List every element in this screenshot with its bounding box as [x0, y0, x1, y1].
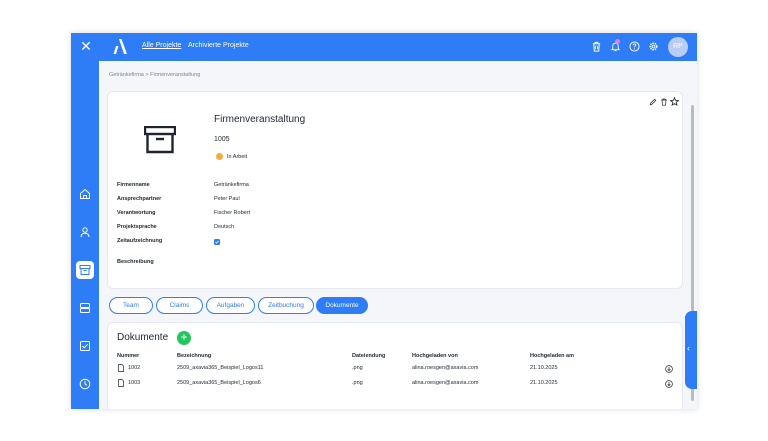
breadcrumb: Getränkefirma > Firmenveranstaltung: [109, 72, 201, 78]
edit-icon[interactable]: [649, 98, 657, 106]
column-header-hochgeladen-von: Hochgeladen von: [412, 353, 458, 359]
avatar[interactable]: RP: [668, 37, 688, 57]
trash-icon[interactable]: [591, 41, 602, 52]
sidebar-item-home[interactable]: [76, 185, 94, 203]
field-value-firmenname: Getränkefirma: [214, 182, 249, 188]
user-icon: [80, 227, 90, 238]
download-icon[interactable]: [665, 365, 673, 373]
column-header-dateiendung: Dateiendung: [352, 353, 386, 359]
help-icon[interactable]: [629, 41, 640, 52]
home-icon: [80, 188, 90, 199]
field-label-firmenname: Firmenname: [117, 182, 150, 188]
nav-archived-projects[interactable]: Archivierte Projekte: [188, 42, 249, 49]
field-label-zeitaufzeichnung: Zeitaufzeichnung: [117, 238, 163, 244]
table-cell-nummer: 1002: [128, 365, 141, 371]
status-indicator: [216, 153, 223, 160]
sidebar-item-archive[interactable]: [76, 261, 94, 279]
project-number: 1005: [214, 136, 230, 143]
close-icon[interactable]: ✕: [79, 39, 93, 53]
table-cell-hochgeladen-von: alina.roesgen@axavia.com: [412, 380, 479, 386]
field-label-ansprechpartner: Ansprechpartner: [117, 196, 162, 202]
table-cell-bezeichnung[interactable]: 2509_axavia365_Beispiel_Logos11: [177, 365, 263, 371]
sidebar-item-tasks[interactable]: [76, 337, 94, 355]
file-icon: [118, 379, 124, 387]
sidebar: [71, 61, 99, 409]
table-cell-dateiendung: .png: [352, 380, 363, 386]
project-title: Firmenveranstaltung: [214, 114, 306, 125]
documents-title: Dokumente: [117, 332, 169, 343]
column-header-hochgeladen-am: Hochgeladen am: [530, 353, 575, 359]
file-icon: [118, 364, 124, 372]
table-cell-hochgeladen-am: 21.10.2025: [530, 365, 558, 371]
table-cell-dateiendung: .png: [352, 365, 363, 371]
table-cell-nummer: 1003: [128, 380, 141, 386]
logo-icon[interactable]: [113, 39, 127, 54]
table-cell-bezeichnung[interactable]: 2509_axavia365_Beispiel_Logos6: [177, 380, 261, 386]
add-document-button[interactable]: +: [177, 331, 191, 345]
zeitaufzeichnung-checkbox[interactable]: [214, 239, 220, 245]
trash-icon[interactable]: [660, 98, 668, 106]
star-icon[interactable]: [670, 97, 679, 106]
field-value-ansprechpartner: Peter Paul: [214, 196, 240, 202]
status-badge: In Arbeit: [227, 154, 248, 160]
archive-icon: [79, 265, 91, 275]
field-value-verantwortung: Fischer Robert: [214, 210, 251, 216]
download-icon[interactable]: [665, 380, 673, 388]
sidebar-item-time[interactable]: [76, 375, 94, 393]
field-value-projektsprache: Deutsch: [214, 224, 235, 230]
checkbox-icon: [80, 341, 90, 351]
field-label-verantwortung: Verantwortung: [117, 210, 156, 216]
top-bar: ✕ Alle Projekte Archivierte Projekte RP: [71, 33, 697, 61]
tab-aufgaben[interactable]: Aufgaben: [206, 297, 255, 314]
gear-icon[interactable]: [648, 41, 659, 52]
nav-all-projects[interactable]: Alle Projekte: [142, 42, 181, 49]
column-header-nummer: Nummer: [117, 353, 140, 359]
field-label-projektsprache: Projektsprache: [117, 224, 157, 230]
clock-icon: [79, 378, 91, 390]
app-window: ✕ Alle Projekte Archivierte Projekte RP: [71, 33, 697, 409]
project-card: [107, 91, 683, 289]
tab-claims[interactable]: Claims: [156, 297, 203, 314]
chevron-left-icon: ‹: [687, 343, 690, 353]
column-header-bezeichnung: Bezeichnung: [177, 353, 212, 359]
tab-dokumente[interactable]: Dokumente: [316, 297, 368, 314]
table-cell-hochgeladen-am: 21.10.2025: [530, 380, 558, 386]
side-panel-toggle[interactable]: ‹: [685, 311, 697, 389]
database-icon: [80, 303, 90, 313]
sidebar-item-database[interactable]: [76, 299, 94, 317]
table-cell-hochgeladen-von: alina.roesgen@axavia.com: [412, 365, 479, 371]
notification-dot: [615, 39, 620, 44]
tab-zeitbuchung[interactable]: Zeitbuchung: [258, 297, 314, 314]
tab-team[interactable]: Team: [109, 297, 153, 314]
archive-icon: [144, 126, 176, 154]
sidebar-item-user[interactable]: [76, 223, 94, 241]
field-label-beschreibung: Beschreibung: [117, 259, 154, 265]
